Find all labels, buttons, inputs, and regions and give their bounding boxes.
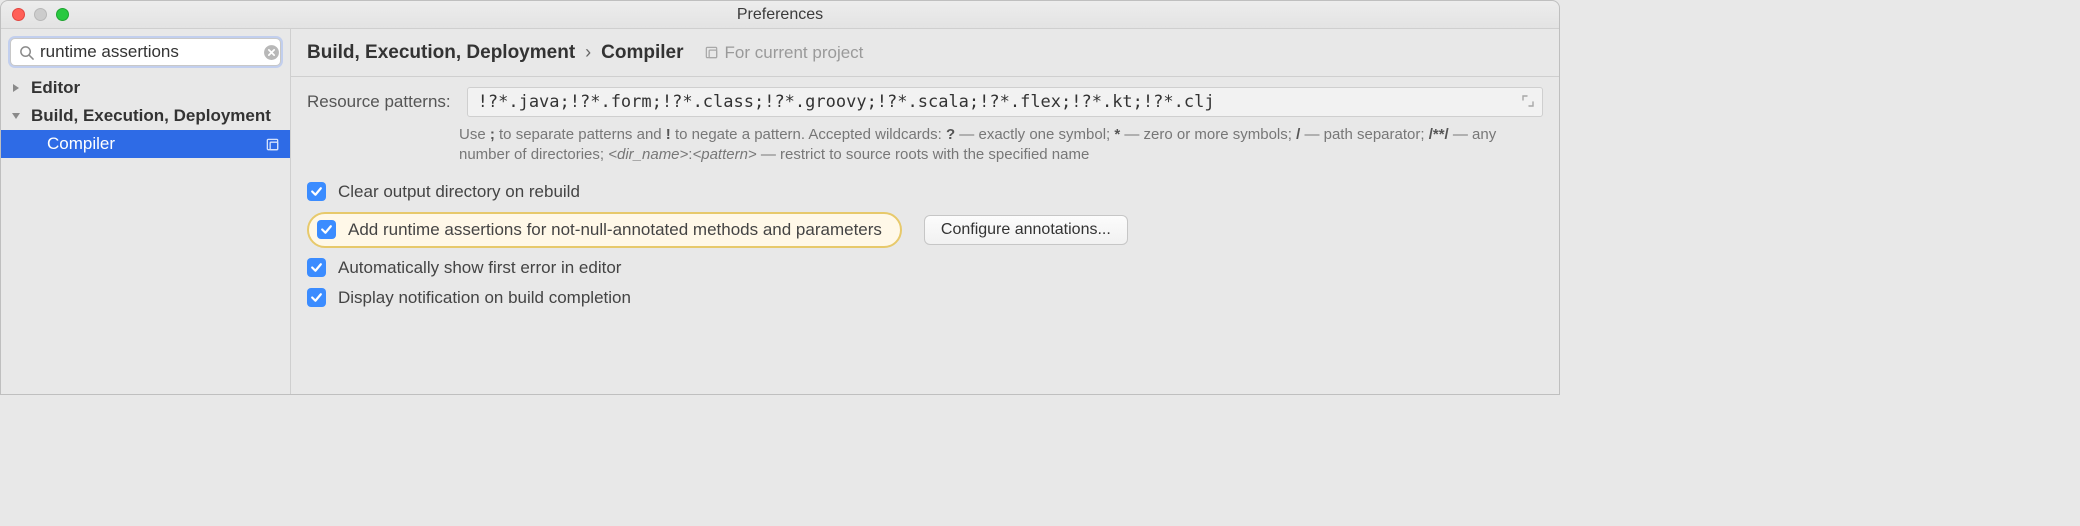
window-title: Preferences <box>1 6 1559 24</box>
tree-item-editor[interactable]: Editor <box>1 74 290 102</box>
option-clear-output[interactable]: Clear output directory on rebuild <box>307 182 1543 202</box>
resource-patterns-label: Resource patterns: <box>307 92 451 112</box>
main-panel: Build, Execution, Deployment › Compiler … <box>291 29 1559 394</box>
close-window-icon[interactable] <box>12 8 25 21</box>
option-auto-first-error[interactable]: Automatically show first error in editor <box>307 258 1543 278</box>
content: Editor Build, Execution, Deployment Comp… <box>1 29 1559 394</box>
scope-indicator: For current project <box>704 43 864 63</box>
search-wrap <box>1 35 290 72</box>
configure-annotations-button[interactable]: Configure annotations... <box>924 215 1128 245</box>
option-runtime-assertions[interactable]: Add runtime assertions for not-null-anno… <box>307 212 902 248</box>
search-input[interactable] <box>38 41 263 63</box>
compiler-options: Clear output directory on rebuild Add ru… <box>307 182 1543 308</box>
window-controls <box>12 8 69 21</box>
settings-body: Resource patterns: Use ; to separate pat… <box>291 77 1559 308</box>
resource-patterns-hint: Use ; to separate patterns and ! to nega… <box>459 125 1543 166</box>
project-scope-icon <box>265 137 280 152</box>
tree-item-label: Build, Execution, Deployment <box>31 106 271 126</box>
option-label: Display notification on build completion <box>338 288 631 308</box>
zoom-window-icon[interactable] <box>56 8 69 21</box>
checkbox-checked-icon[interactable] <box>307 182 326 201</box>
tree-item-build-execution-deployment[interactable]: Build, Execution, Deployment <box>1 102 290 130</box>
sidebar: Editor Build, Execution, Deployment Comp… <box>1 29 291 394</box>
settings-tree: Editor Build, Execution, Deployment Comp… <box>1 72 290 158</box>
tree-item-label: Compiler <box>47 134 115 154</box>
breadcrumb: Build, Execution, Deployment › Compiler … <box>291 29 1559 77</box>
breadcrumb-root: Build, Execution, Deployment <box>307 42 575 64</box>
expand-field-icon[interactable] <box>1520 93 1536 109</box>
preferences-window: Preferences <box>0 0 1560 395</box>
checkbox-checked-icon[interactable] <box>307 288 326 307</box>
minimize-window-icon[interactable] <box>34 8 47 21</box>
option-label: Clear output directory on rebuild <box>338 182 580 202</box>
option-build-notification[interactable]: Display notification on build completion <box>307 288 1543 308</box>
option-label: Automatically show first error in editor <box>338 258 621 278</box>
option-runtime-assertions-row: Add runtime assertions for not-null-anno… <box>307 212 1543 248</box>
checkbox-checked-icon[interactable] <box>317 220 336 239</box>
option-label: Add runtime assertions for not-null-anno… <box>348 220 882 240</box>
checkbox-checked-icon[interactable] <box>307 258 326 277</box>
resource-patterns-row: Resource patterns: <box>307 87 1543 117</box>
search-icon <box>19 45 34 60</box>
scope-label: For current project <box>725 43 864 63</box>
titlebar: Preferences <box>1 1 1559 29</box>
chevron-right-icon <box>11 83 25 93</box>
chevron-right-icon: › <box>585 42 591 63</box>
search-field[interactable] <box>10 38 281 66</box>
clear-search-icon[interactable] <box>263 44 280 61</box>
resource-patterns-input[interactable] <box>468 92 1542 112</box>
project-scope-icon <box>704 45 719 60</box>
resource-patterns-field[interactable] <box>467 87 1543 117</box>
breadcrumb-leaf: Compiler <box>601 42 683 64</box>
tree-item-label: Editor <box>31 78 80 98</box>
chevron-down-icon <box>11 111 25 121</box>
tree-item-compiler[interactable]: Compiler <box>1 130 290 158</box>
